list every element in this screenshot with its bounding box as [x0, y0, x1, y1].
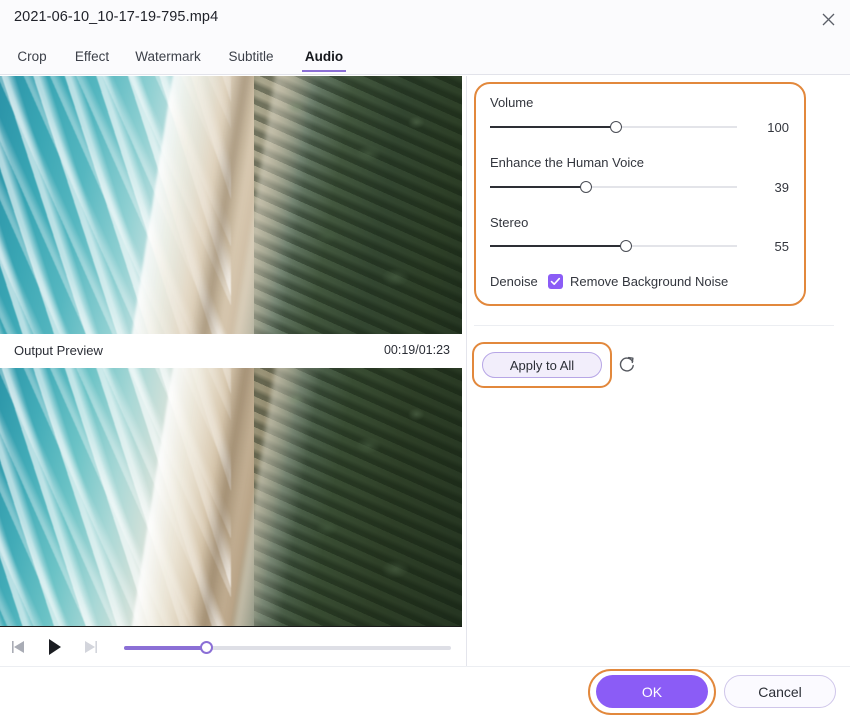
tab-watermark-label: Watermark [135, 49, 201, 64]
ok-button[interactable]: OK [596, 675, 708, 708]
section-divider [474, 325, 834, 326]
slider-handle[interactable] [580, 181, 593, 193]
title-bar: 2021-06-10_10-17-19-795.mp4 [0, 0, 850, 38]
playback-controls [0, 626, 462, 666]
time-display: 00:19/01:23 [383, 343, 450, 357]
slider-fill [490, 126, 616, 128]
tab-watermark[interactable]: Watermark [126, 38, 210, 75]
enhance-voice-label: Enhance the Human Voice [490, 155, 644, 170]
slider-fill [490, 245, 626, 247]
enhance-voice-slider[interactable] [490, 180, 737, 194]
output-video-preview[interactable] [0, 368, 462, 626]
tab-effect-label: Effect [74, 49, 110, 64]
play-icon[interactable] [44, 636, 66, 658]
source-video-preview[interactable] [0, 76, 462, 334]
output-preview-bar: Output Preview 00:19/01:23 [0, 336, 462, 366]
progress-fill [124, 646, 206, 650]
tab-subtitle-label: Subtitle [228, 49, 274, 64]
tab-active-underline [302, 70, 346, 72]
remove-background-noise-label: Remove Background Noise [570, 274, 729, 289]
slider-handle[interactable] [609, 121, 622, 133]
slider-handle[interactable] [619, 240, 632, 252]
stereo-label: Stereo [490, 215, 529, 230]
tab-bar: Crop Effect Watermark Subtitle Audio [0, 38, 850, 75]
tab-crop[interactable]: Crop [8, 38, 56, 75]
volume-value: 100 [767, 120, 789, 135]
slider-fill [490, 186, 587, 188]
audio-settings-dialog: 2021-06-10_10-17-19-795.mp4 Crop Effect … [0, 0, 850, 718]
reset-icon[interactable] [617, 354, 639, 376]
close-icon[interactable] [806, 0, 850, 38]
output-preview-label: Output Preview [14, 343, 103, 358]
tab-crop-label: Crop [17, 49, 47, 64]
volume-slider[interactable] [490, 120, 737, 134]
stereo-slider[interactable] [490, 239, 737, 253]
previous-frame-icon[interactable] [8, 637, 30, 657]
video-frame-image [0, 368, 462, 626]
next-frame-icon[interactable] [79, 637, 101, 657]
playback-progress-slider[interactable] [124, 641, 451, 654]
dialog-footer [0, 666, 850, 718]
page-title: 2021-06-10_10-17-19-795.mp4 [14, 9, 219, 25]
panel-divider [466, 76, 467, 666]
check-icon [550, 277, 561, 285]
cancel-button[interactable]: Cancel [724, 675, 836, 708]
denoise-label: Denoise [490, 274, 538, 289]
progress-handle[interactable] [199, 641, 213, 654]
stereo-value: 55 [774, 239, 789, 254]
enhance-voice-value: 39 [774, 180, 789, 195]
video-frame-image [0, 76, 462, 334]
remove-background-noise-checkbox[interactable] [548, 274, 563, 289]
tab-audio[interactable]: Audio [300, 38, 348, 75]
apply-to-all-button[interactable]: Apply to All [482, 352, 602, 378]
tab-effect[interactable]: Effect [64, 38, 120, 75]
tab-audio-label: Audio [304, 49, 344, 64]
tab-subtitle[interactable]: Subtitle [220, 38, 282, 75]
volume-label: Volume [490, 95, 534, 110]
